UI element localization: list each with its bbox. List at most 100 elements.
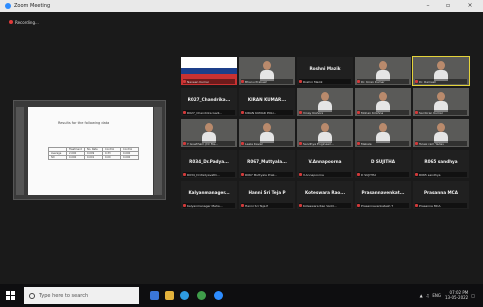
table-cell: 0.00 [102,155,121,160]
muted-mic-icon [241,111,244,114]
participant-tile[interactable]: Roshni Mazik Roshni Mazik [297,57,353,85]
participant-video [202,123,216,143]
participant-display-name: D SUJITHA [370,159,396,164]
participant-display-name: R067_Muttyala... [247,159,287,164]
participant-tile[interactable]: Leela Kaveri [239,119,295,147]
maximize-button[interactable]: ▫ [440,0,456,12]
notification-icon[interactable]: □ [471,293,475,298]
muted-mic-icon [415,204,418,207]
zoom-taskbar-icon[interactable] [214,291,223,300]
participant-tile[interactable]: Tulasi ram Yadav [413,119,469,147]
language-indicator[interactable]: ENG [432,293,441,298]
participant-video [260,123,274,143]
muted-mic-icon [183,111,186,114]
muted-mic-icon [299,173,302,176]
taskbar-clock[interactable]: 07:02 PM 13-05-2022 [445,290,468,300]
participant-tile[interactable]: R027_Chandrika... R027_Chandrika Gadi... [181,88,237,116]
participant-label-text: Tulasi ram Yadav [419,141,445,146]
network-icon[interactable]: ▲ [420,293,423,298]
participant-video [434,123,448,143]
participant-name-label: Leela Kaveri [241,141,293,146]
muted-mic-icon [183,80,186,83]
muted-mic-icon [241,204,244,207]
screen-share-view[interactable]: Results for the following data Treatment… [13,100,166,200]
participant-name-label: R034_Dr.Padyavathi... [183,172,235,177]
minimize-button[interactable]: – [420,0,436,12]
participant-name-label: KIRAN KUMAR POLI... [241,110,293,115]
participant-label-text: Prasannavenkatesh T [361,203,394,208]
participant-name-label: R065 sandhya [415,172,467,177]
participant-tile[interactable]: Vinay Kishore [297,88,353,116]
participant-tile[interactable]: Koteswara Rao... Koteswara Rao Vadd... [297,181,353,209]
participant-label-text: Sai Kiran Kumar [419,110,443,115]
taskbar-search-box[interactable]: Type here to search [24,287,139,304]
participant-tile[interactable]: Hanni Sri Teja P Hanni Sri Teja P [239,181,295,209]
participant-tile[interactable]: Sandhya Engineeri... [297,119,353,147]
participant-display-name: V.Annapoorna [308,159,342,164]
muted-mic-icon [299,80,302,83]
search-placeholder: Type here to search [39,292,89,299]
participant-label-text: Roshni Mazik [303,79,323,84]
participant-label-text: Dr. Ramesh [419,79,437,84]
participant-video [376,61,390,81]
participant-label-text: Hanni Sri Teja P [245,203,269,208]
participant-tile[interactable]: Y Gowtham (Dr Me... [181,119,237,147]
muted-mic-icon [241,80,244,83]
participant-label-text: V.Annapoorna [303,172,324,177]
participant-tile[interactable]: D SUJITHA D SUJITHA [355,150,411,178]
participant-label-text: Mohan Krishna [361,110,384,115]
volume-icon[interactable]: ♫ [426,293,430,298]
participant-label-text: Bhanu Prakash [245,79,268,84]
participant-label-text: R065 sandhya [419,172,441,177]
participant-tile[interactable]: KIRAN KUMAR... KIRAN KUMAR POLI... [239,88,295,116]
windows-start-icon[interactable] [6,291,15,300]
muted-mic-icon [357,111,360,114]
participant-tile[interactable]: Sai Kiran Kumar [413,88,469,116]
task-view-icon[interactable] [150,291,159,300]
participant-label-text: Prasanna MCA [419,203,441,208]
system-tray: ▲ ♫ ENG 07:02 PM 13-05-2022 □ [417,290,475,300]
participant-label-text: D SUJITHA [361,172,377,177]
recording-indicator[interactable]: Recording... [9,18,39,26]
participant-label-text: R027_Chandrika Gadi... [187,110,223,115]
participant-tile[interactable]: Prasannavenkat... Prasannavenkatesh T [355,181,411,209]
muted-mic-icon [183,204,186,207]
participant-tile[interactable]: R067_Muttyala... R067 Muttyala Prak... [239,150,295,178]
participant-tile[interactable]: Dr. Ramesh [412,56,470,86]
muted-mic-icon [299,111,302,114]
participant-tile[interactable]: Prasanna MCA Prasanna MCA [413,181,469,209]
participant-tile[interactable]: Mekale [355,119,411,147]
windows-taskbar: Type here to search ▲ ♫ ENG 07:02 PM 13-… [0,284,483,307]
share-sidebar-left [16,107,24,195]
participant-tile[interactable]: Bhanu Prakash [239,57,295,85]
chrome-browser-icon[interactable] [197,291,206,300]
participant-tile[interactable]: V.Annapoorna V.Annapoorna [297,150,353,178]
participant-tile[interactable]: Naveen Kumar [181,57,237,85]
record-icon [9,20,13,24]
table-cell: 0.000 [120,155,139,160]
muted-mic-icon [415,111,418,114]
participant-tile[interactable]: Mohan Krishna [355,88,411,116]
participant-name-label: Y Gowtham (Dr Me... [183,141,235,146]
participant-name-label: Kalyanmanager Meha... [183,203,235,208]
participant-name-label: Dr. Kiran Kumar [357,79,409,84]
participant-name-label: R027_Chandrika Gadi... [183,110,235,115]
participant-label-text: Naveen Kumar [187,79,210,84]
participant-name-label: Sai Kiran Kumar [415,110,467,115]
muted-mic-icon [299,142,302,145]
participant-tile[interactable]: Kalyanmanager... Kalyanmanager Meha... [181,181,237,209]
file-explorer-icon[interactable] [165,291,174,300]
participant-name-label: Koteswara Rao Vadd... [299,203,351,208]
participant-label-text: Kalyanmanager Meha... [187,203,223,208]
participant-label-text: Y Gowtham (Dr Me... [187,141,219,146]
participant-name-label: Roshni Mazik [299,79,351,84]
participant-tile[interactable]: R065 sandhya R065 sandhya [413,150,469,178]
participant-tile[interactable]: R034_Dr.Padya... R034_Dr.Padyavathi... [181,150,237,178]
participant-tile[interactable]: Dr. Kiran Kumar [355,57,411,85]
edge-browser-icon[interactable] [180,291,189,300]
close-button[interactable]: × [462,0,478,12]
participant-name-label: Tulasi ram Yadav [415,141,467,146]
participant-video [260,61,274,81]
participant-label-text: Vinay Kishore [303,110,324,115]
participant-name-label: Prasanna MCA [415,203,467,208]
